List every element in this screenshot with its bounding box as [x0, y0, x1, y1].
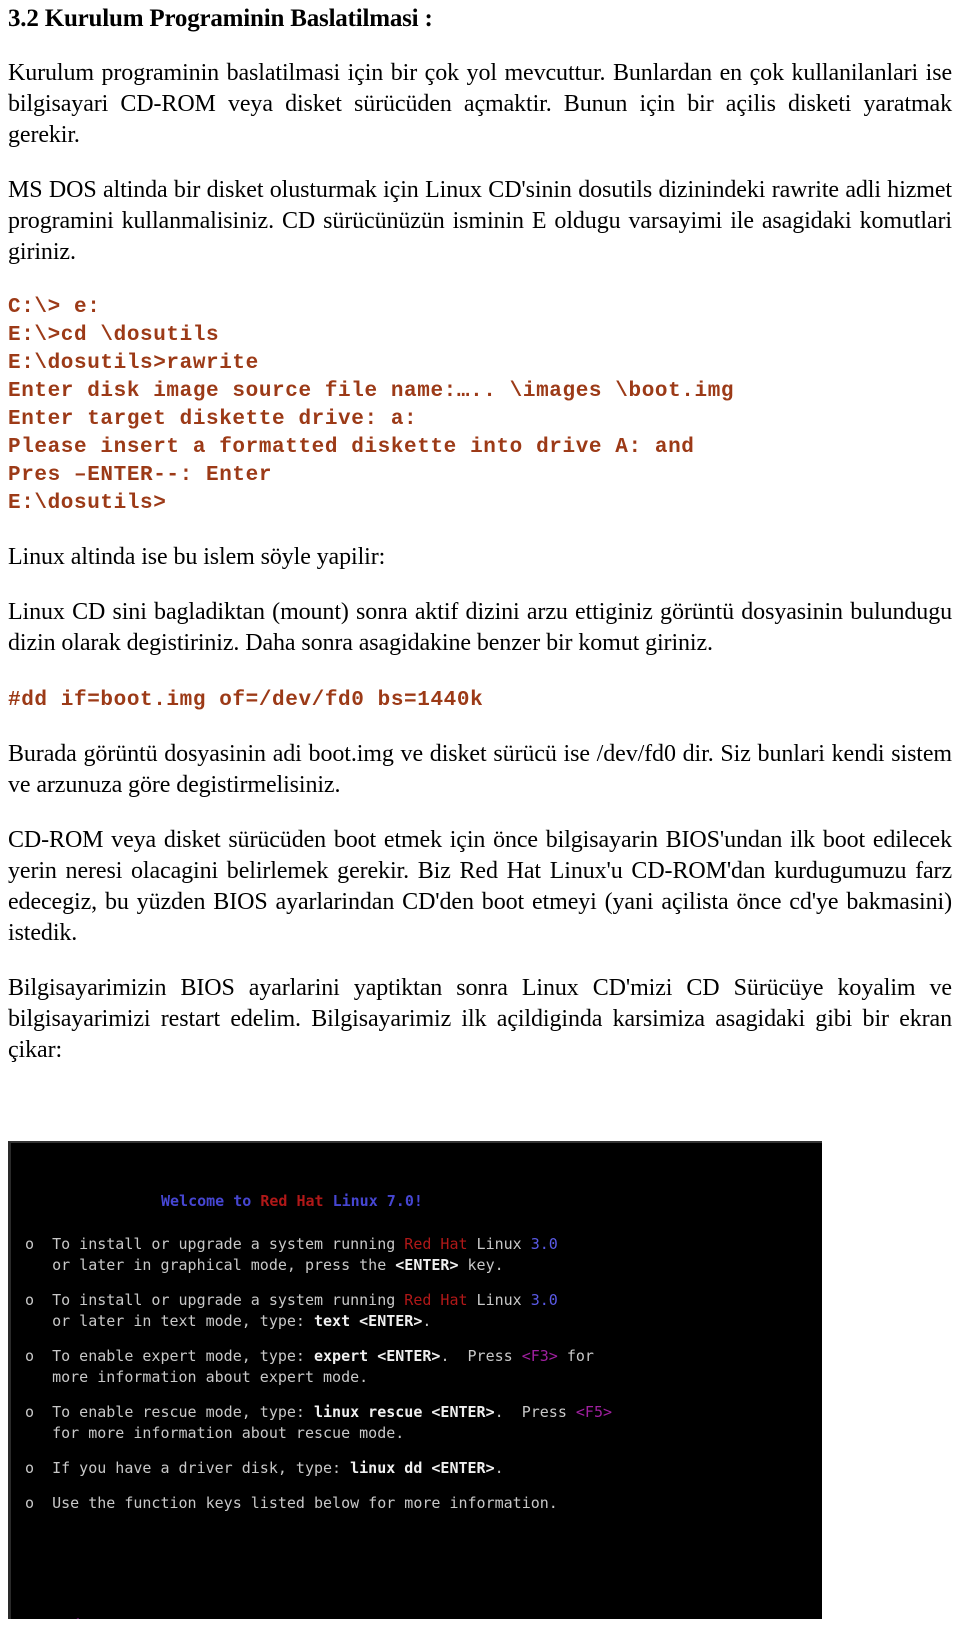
code-block-dos-commands: C:\> e: E:\>cd \dosutils E:\dosutils>raw… [8, 296, 735, 515]
item-1-text-mid: Linux [467, 1235, 531, 1253]
paragraph-dd-explanation: Burada görüntü dosyasinin adi boot.img v… [8, 741, 952, 798]
terminal-item-3-line-1: o To enable expert mode, type: expert <E… [11, 1346, 822, 1367]
terminal-item-1-line-1: o To install or upgrade a system running… [11, 1234, 822, 1255]
document-content: 3.2 Kurulum Programinin Baslatilmasi : K… [0, 0, 960, 1066]
item-2-version: 3.0 [530, 1291, 558, 1309]
welcome-brand-text: Red Hat [260, 1192, 324, 1210]
page-title: 3.2 Kurulum Programinin Baslatilmasi : [8, 5, 433, 32]
item-2-text-pre: To install or upgrade a system running [52, 1291, 405, 1309]
item-4-text-pre: To enable rescue mode, type: [52, 1403, 314, 1421]
terminal-item-4-line-1: o To enable rescue mode, type: linux res… [11, 1402, 822, 1423]
terminal-spacer-4 [11, 1444, 822, 1458]
bullet-marker-2: o [25, 1291, 35, 1309]
item-3-fkey: <F3> [521, 1347, 558, 1365]
item-3-text-post: for [557, 1347, 594, 1365]
terminal-spacer-5 [11, 1479, 822, 1493]
terminal-item-3-line-2: more information about expert mode. [11, 1367, 822, 1388]
item-5-key: linux dd <ENTER> [350, 1459, 495, 1477]
item-2-brand: Red Hat [404, 1291, 468, 1309]
terminal-spacer-1 [11, 1276, 822, 1290]
terminal-function-key-bar: [F1-Main] [F2-General] [F3-Expert] [F4-K… [11, 1616, 543, 1619]
item-5-text-pre: If you have a driver disk, type: [52, 1459, 351, 1477]
welcome-prefix-text: Welcome to [161, 1192, 261, 1210]
item-2-line2-pre: or later in text mode, type: [52, 1312, 314, 1330]
item-1-key: <ENTER> [395, 1256, 459, 1274]
paragraph-bios-boot: CD-ROM veya disket sürücüden boot etmek … [8, 827, 952, 946]
item-1-version: 3.0 [530, 1235, 558, 1253]
terminal-item-6-line-1: o Use the function keys listed below for… [11, 1493, 822, 1514]
item-4-text-mid: . Press [494, 1403, 576, 1421]
item-2-key: text <ENTER> [314, 1312, 423, 1330]
item-2-line2-post: . [422, 1312, 432, 1330]
item-2-text-mid: Linux [467, 1291, 531, 1309]
paragraph-linux-intro: Linux altinda ise bu islem söyle yapilir… [8, 544, 386, 570]
item-1-line2-pre: or later in graphical mode, press the [52, 1256, 396, 1274]
bullet-marker-1: o [25, 1235, 35, 1253]
item-4-line2-pre: for more information about rescue mode. [52, 1424, 405, 1442]
item-4-fkey: <F5> [575, 1403, 613, 1421]
bullet-marker-4: o [25, 1403, 35, 1421]
item-3-line2-pre: more information about expert mode. [52, 1368, 369, 1386]
item-3-key: expert <ENTER> [314, 1347, 441, 1365]
item-5-text-mid: . [494, 1459, 504, 1477]
terminal-item-2-line-2: or later in text mode, type: text <ENTER… [11, 1311, 822, 1332]
terminal-spacer-2 [11, 1332, 822, 1346]
item-3-text-pre: To enable expert mode, type: [52, 1347, 314, 1365]
terminal-item-1-line-2: or later in graphical mode, press the <E… [11, 1255, 822, 1276]
terminal-inner: Welcome to Red Hat Linux 7.0! o To insta… [11, 1191, 822, 1619]
item-1-text-pre: To install or upgrade a system running [52, 1235, 405, 1253]
paragraph-restart: Bilgisayarimizin BIOS ayarlarini yaptikt… [8, 975, 952, 1063]
bullet-marker-5: o [25, 1459, 35, 1477]
paragraph-msdos: MS DOS altinda bir disket olusturmak içi… [8, 177, 952, 265]
document-page: 3.2 Kurulum Programinin Baslatilmasi : K… [0, 0, 960, 1625]
welcome-suffix-text: Linux 7.0! [323, 1192, 423, 1210]
item-1-line2-post: key. [458, 1256, 504, 1274]
terminal-spacer-3 [11, 1388, 822, 1402]
terminal-welcome-line: Welcome to Red Hat Linux 7.0! [11, 1191, 822, 1212]
bullet-marker-6: o [25, 1494, 35, 1512]
item-4-key: linux rescue <ENTER> [314, 1403, 495, 1421]
terminal-item-5-line-1: o If you have a driver disk, type: linux… [11, 1458, 822, 1479]
item-6-text-pre: Use the function keys listed below for m… [52, 1494, 558, 1512]
item-3-text-mid: . Press [440, 1347, 522, 1365]
bullet-marker-3: o [25, 1347, 35, 1365]
code-block-dd-command: #dd if=boot.img of=/dev/fd0 bs=1440k [8, 689, 484, 712]
paragraph-linux-mount: Linux CD sini bagladiktan (mount) sonra … [8, 599, 952, 656]
paragraph-intro: Kurulum programinin baslatilmasi için bi… [8, 60, 952, 148]
terminal-item-2-line-1: o To install or upgrade a system running… [11, 1290, 822, 1311]
redhat-boot-screenshot: Welcome to Red Hat Linux 7.0! o To insta… [8, 1141, 822, 1619]
item-1-brand: Red Hat [404, 1235, 468, 1253]
terminal-item-4-line-2: for more information about rescue mode. [11, 1423, 822, 1444]
